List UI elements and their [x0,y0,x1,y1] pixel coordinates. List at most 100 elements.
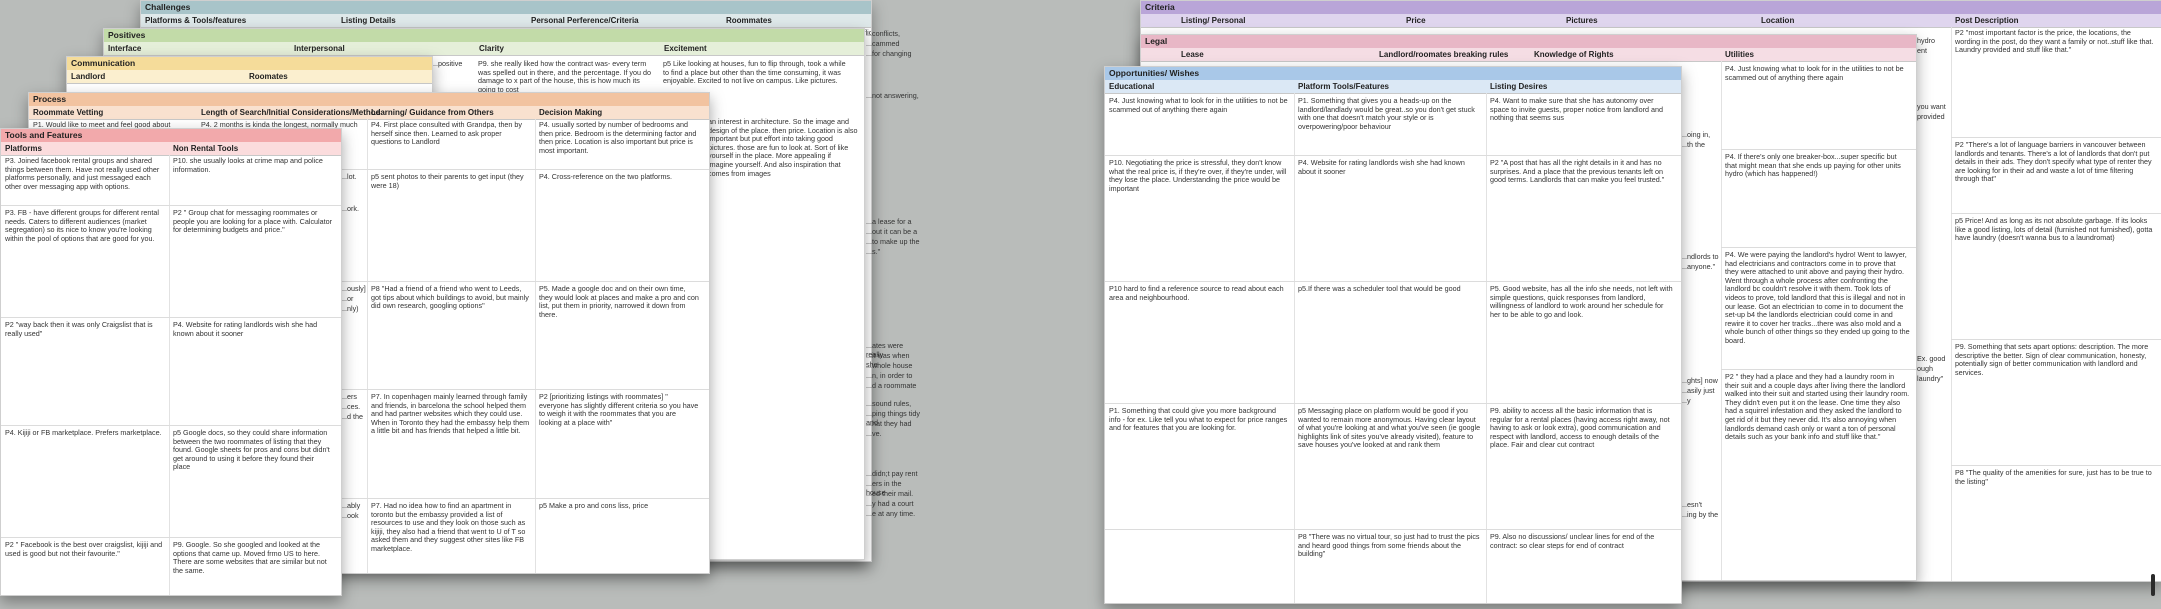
process-decision-cell: P4. usually sorted by number of bedrooms… [539,121,697,155]
cell-fragment: ...ndlords to [1681,253,1719,261]
post-description-cell: p5 Price! And as long as its not absolut… [1955,217,2153,243]
column-header: Interpersonal [294,44,345,53]
cell-fragment: ...not answering, [866,92,919,100]
listing-desires-cell: P9. Also no discussions/ unclear lines f… [1490,533,1655,550]
sheet-title: Communication [67,57,432,70]
column-header: Roommates [726,16,772,25]
positives-excitement-cell: an interest in architecture. So the imag… [708,118,858,208]
cell-fragment: ...oing in, [1681,131,1711,139]
educational-cell: P10 hard to find a reference source to r… [1109,285,1284,302]
cell-fragment: ...y [1681,397,1691,405]
platform-tools-cell: P8 "There was no virtual tour, so just h… [1298,533,1480,559]
listing-desires-cell: P5. Good website, has all the info she n… [1490,285,1673,319]
cell-fragment: ...esn't [1681,501,1702,509]
platforms-cell: P2 " Facebook is the best over craigslis… [5,541,163,558]
column-header: Roomates [249,72,288,81]
process-learning-cell: P7. In copenhagen mainly learned through… [371,393,530,436]
column-header: Non Rental Tools [173,144,239,153]
sheet-title: Tools and Features [1,129,341,142]
column-header: Platform Tools/Features [1298,82,1389,91]
process-decision-cell: P4. Cross-reference on the two platforms… [539,173,673,181]
cell-fragment: ...s." [866,248,881,256]
utilities-cell: P4. If there's only one breaker-box...su… [1725,153,1901,179]
cell-fragment: ...lot. [341,173,357,181]
cell-fragment: ...ook [341,512,359,520]
cell-fragment: ...d the [341,413,363,421]
platform-tools-cell: P1. Something that gives you a heads-up … [1298,97,1475,131]
sheet-title: Positives [104,29,864,42]
column-header: Platforms & Tools/features [145,16,247,25]
cell-fragment: ...sound rules, [866,400,912,408]
platforms-cell: P2 "way back then it was only Craigslist… [5,321,153,338]
column-header: Location [1761,16,1795,25]
cell-fragment: ...ve. [866,430,882,438]
cell-fragment: ...conflicts, [866,30,900,38]
educational-cell: P1. Something that could give you more b… [1109,407,1288,433]
column-header: Platforms [5,144,42,153]
sheet-title: Challenges [141,1,871,14]
scrollbar-thumb[interactable] [2151,574,2155,596]
column-headers: Roommate Vetting Length of Search/Initia… [29,106,709,120]
process-learning-cell: P8 "Had a friend of a friend who went to… [371,285,529,311]
platforms-cell: P4. Kijiji or FB marketplace. Prefers ma… [5,429,162,437]
cell-fragment: ...ed their mail. [866,490,914,498]
cell-fragment: ...hat they had [866,420,912,428]
non-rental-cell: p5 Google docs, so they could share info… [173,429,330,472]
cell-fragment: ...d a roommate [866,382,917,390]
column-header: Landlord/roomates breaking rules [1379,50,1509,59]
cell-fragment: ...n, in order to [866,372,913,380]
column-header: Listing Desires [1490,82,1548,91]
column-headers: Landlord Roomates [67,70,432,84]
column-header: Pictures [1566,16,1598,25]
cell-fragment: ...to make up the [866,238,920,246]
utilities-cell: P4. We were paying the landlord's hydro!… [1725,251,1910,345]
educational-cell: P4. Just knowing what to look for in the… [1109,97,1288,114]
column-header: Decision Making [539,108,603,117]
non-rental-cell: P9. Google. So she googled and looked at… [173,541,327,575]
column-headers: Educational Platform Tools/Features List… [1105,80,1681,94]
platforms-cell: P3. FB - have different groups for diffe… [5,209,159,243]
cell-fragment: ...e at any time. [866,510,916,518]
post-description-cell: P2 "There's a lot of language barriers i… [1955,141,2152,184]
column-header: Price [1406,16,1426,25]
process-learning-cell: P4. First place consulted with Grandpa, … [371,121,523,147]
process-learning-cell: p5 sent photos to their parents to get i… [371,173,524,190]
cell-fragment: ...y had a court [866,500,914,508]
column-header: Post Description [1955,16,2019,25]
column-header: Educational [1109,82,1155,91]
post-description-cell: P9. Something that sets apart options: d… [1955,343,2149,377]
platform-tools-cell: p5 Messaging place on platform would be … [1298,407,1481,450]
cell-fragment: ...th the [1681,141,1705,149]
listing-desires-cell: P4. Want to make sure that she has auton… [1490,97,1663,123]
non-rental-cell: P10. she usually looks at crime map and … [173,157,323,174]
column-header: Utilities [1725,50,1754,59]
process-decision-cell: p5 Make a pro and cons liss, price [539,502,649,510]
sheet-tools-and-features: Tools and Features Platforms Non Rental … [0,128,342,596]
column-header: Lease [1181,50,1204,59]
utilities-cell: P4. Just knowing what to look for in the… [1725,65,1904,82]
cell-fragment: ...ing by the [1681,511,1719,519]
column-headers: Platforms & Tools/features Listing Detai… [141,14,871,28]
column-header: Personal Perference/Criteria [531,16,639,25]
utilities-cell: P2 " they had a place and they had a lau… [1725,373,1910,442]
column-headers: Platforms Non Rental Tools [1,142,341,156]
cell-fragment: ...out it can be a [866,228,918,236]
column-headers: Listing/ Personal Price Pictures Locatio… [1141,14,2161,28]
cell-fragment: ...ces. [341,403,361,411]
listing-desires-cell: P2 "A post that has all the right detail… [1490,159,1665,185]
cell-fragment: ...whole house [866,362,913,370]
cell-fragment: ...for changing [866,50,912,58]
sheet-opportunities-wishes: Opportunities/ Wishes Educational Platfo… [1104,66,1682,604]
cell-fragment: ...anyone." [1681,263,1716,271]
cell-fragment: ...nly) [341,305,359,313]
process-learning-cell: P7. Had no idea how to find an apartment… [371,502,526,553]
post-description-cell: P8 "The quality of the amenities for sur… [1955,469,2152,486]
platform-tools-cell: P4. Website for rating landlords wish sh… [1298,159,1465,176]
sheet-title: Criteria [1141,1,2161,14]
column-header: Interface [108,44,142,53]
cell-fragment: ...ously] [341,285,366,293]
cell-fragment: ...positive [432,60,477,69]
platform-tools-cell: p5.If there was a scheduler tool that wo… [1298,285,1461,293]
listing-desires-cell: P9. ability to access all the basic info… [1490,407,1670,450]
cell-fragment: ...ably [341,502,361,510]
